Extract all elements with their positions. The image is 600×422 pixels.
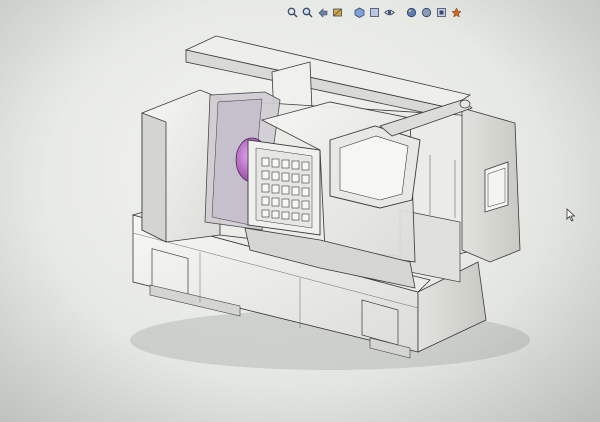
lathe-model[interactable] [0, 0, 600, 422]
keypad-key [271, 184, 280, 194]
keypad-key [261, 196, 270, 206]
keypad-key [271, 210, 280, 219]
keypad-key [301, 200, 310, 210]
keypad-key [281, 198, 290, 208]
keypad-key [281, 159, 290, 169]
keypad-key [301, 174, 310, 184]
keypad-key [281, 211, 290, 220]
keypad-key [271, 197, 280, 207]
keypad-key [301, 187, 310, 197]
graphics-area[interactable] [0, 0, 600, 422]
keypad-key [291, 186, 300, 196]
keypad-key [261, 209, 270, 218]
keypad-key [271, 158, 280, 168]
keypad-key [261, 183, 270, 193]
keypad-key [301, 213, 310, 222]
keypad-key [281, 185, 290, 195]
mouse-cursor-icon [566, 208, 576, 222]
keypad-key [301, 161, 310, 171]
keypad-key [291, 160, 300, 170]
left-housing-side [141, 112, 167, 243]
keypad-key [291, 173, 300, 183]
keypad-key [281, 172, 290, 182]
keypad-key [291, 212, 300, 221]
keypad-key [261, 157, 270, 167]
keypad-key [261, 170, 270, 180]
keypad-key [271, 171, 280, 181]
keypad-key [291, 199, 300, 209]
